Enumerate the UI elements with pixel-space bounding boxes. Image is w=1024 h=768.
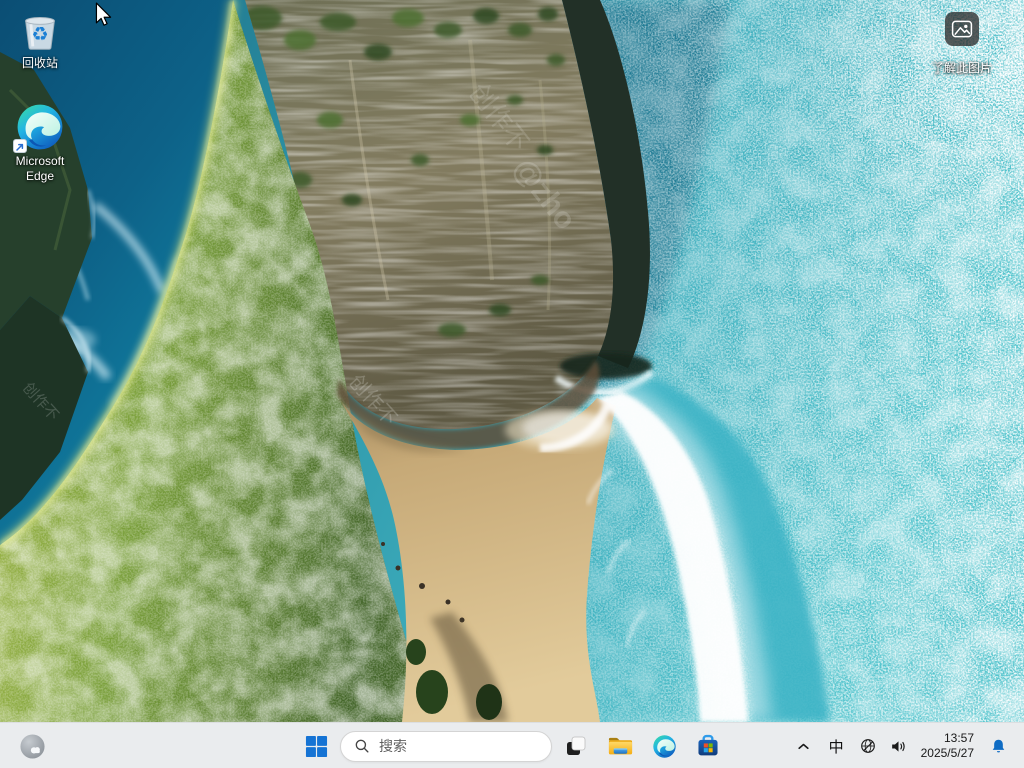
taskbar: 搜索 中 13:57 2025/5/27 <box>0 722 1024 768</box>
desktop: 创作不 @zho 创作不 创作不 ♻ 回收站 Microsoft Edge 了解… <box>0 0 1024 768</box>
ime-indicator[interactable]: 中 <box>820 726 853 766</box>
desktop-icon-recycle-bin[interactable]: ♻ 回收站 <box>1 8 79 71</box>
taskbar-center-group: 搜索 <box>296 726 728 766</box>
desktop-icon-label: 回收站 <box>21 56 58 70</box>
task-view-icon <box>567 736 586 755</box>
photo-icon <box>945 12 979 46</box>
clock-date: 2025/5/27 <box>920 746 974 760</box>
notifications-button[interactable] <box>981 726 1016 766</box>
learn-about-picture-button[interactable]: 了解此图片 <box>916 12 1008 76</box>
desktop-icon-label: Microsoft Edge <box>15 154 65 183</box>
svg-text:♻: ♻ <box>31 23 48 46</box>
task-view-button[interactable] <box>556 726 596 766</box>
file-explorer-button[interactable] <box>600 726 640 766</box>
mouse-cursor <box>95 2 112 26</box>
globe-no-internet-icon <box>860 739 875 753</box>
volume-button[interactable] <box>883 726 914 766</box>
search-placeholder: 搜索 <box>379 738 407 754</box>
start-button[interactable] <box>296 726 336 766</box>
ime-label: 中 <box>828 738 844 756</box>
network-button[interactable] <box>853 726 883 766</box>
recycle-bin-icon: ♻ <box>25 17 55 50</box>
learn-about-picture-label: 了解此图片 <box>931 61 992 75</box>
search-icon <box>355 739 369 753</box>
store-button[interactable] <box>688 726 728 766</box>
shortcut-arrow-icon <box>13 139 27 153</box>
clock-button[interactable]: 13:57 2025/5/27 <box>914 726 981 766</box>
tray-overflow-button[interactable] <box>787 726 820 766</box>
speaker-icon <box>891 740 905 752</box>
system-tray: 中 13:57 2025/5/27 <box>787 726 1016 766</box>
widgets-weather-icon <box>19 733 45 759</box>
windows-logo-icon <box>305 735 327 757</box>
edge-icon <box>652 734 676 758</box>
search-box[interactable]: 搜索 <box>340 730 552 762</box>
desktop-icon-microsoft-edge[interactable]: Microsoft Edge <box>1 102 79 184</box>
edge-button[interactable] <box>644 726 684 766</box>
widgets-button[interactable] <box>12 726 52 766</box>
file-explorer-icon <box>608 737 632 755</box>
microsoft-store-icon <box>698 734 718 756</box>
bell-icon <box>992 739 1005 753</box>
clock-time: 13:57 <box>943 731 974 745</box>
chevron-up-icon <box>797 743 809 749</box>
wallpaper-image: 创作不 @zho 创作不 创作不 <box>0 0 1024 722</box>
